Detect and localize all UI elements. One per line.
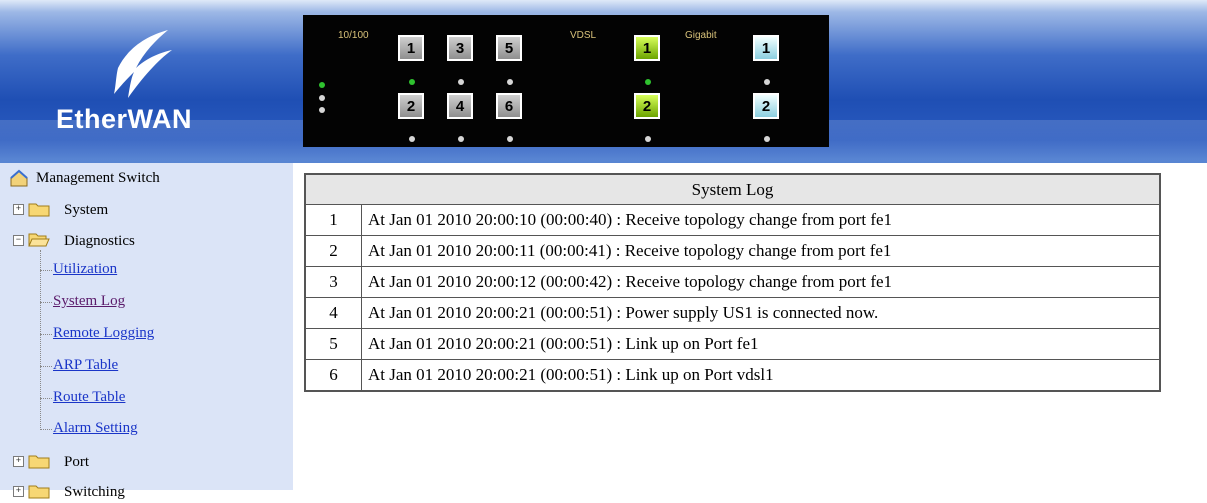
tree-node-switching[interactable]: Switching [64,481,125,503]
table-row: 2 At Jan 01 2010 20:00:11 (00:00:41) : R… [304,235,1161,267]
table-row: 4 At Jan 01 2010 20:00:21 (00:00:51) : P… [304,297,1161,329]
port-vdsl-1-led-icon [645,79,651,85]
log-index: 2 [304,235,362,267]
port-gigabit-2-led-icon [764,136,770,142]
port-vdsl-2-led-icon [645,136,651,142]
system-log-table: System Log 1 At Jan 01 2010 20:00:10 (00… [304,173,1161,392]
tree-guide-line [40,250,41,430]
log-index: 3 [304,266,362,298]
brand-logo-text: EtherWAN [56,104,192,135]
tree-node-diagnostics[interactable]: Diagnostics [64,230,135,252]
log-message: At Jan 01 2010 20:00:21 (00:00:51) : Lin… [361,328,1161,360]
port-fe-2-led-icon [409,136,415,142]
tree-node-system[interactable]: System [64,199,108,221]
port-gigabit-1[interactable]: 1 [753,35,779,61]
tree-guide-line [40,398,52,399]
brand-logo-left: Ether [56,104,128,134]
etherwan-logo-icon [114,30,172,98]
system-log-title: System Log [304,173,1161,205]
port-vdsl-2[interactable]: 2 [634,93,660,119]
expand-system-icon[interactable]: + [13,204,24,215]
port-gigabit-1-led-icon [764,79,770,85]
switch-home-icon [10,169,28,187]
alarm-led-icon [319,107,325,113]
port-fe-6-led-icon [507,136,513,142]
log-message: At Jan 01 2010 20:00:21 (00:00:51) : Pow… [361,297,1161,329]
log-message: At Jan 01 2010 20:00:11 (00:00:41) : Rec… [361,235,1161,267]
port-gigabit-2[interactable]: 2 [753,93,779,119]
port-fe-3[interactable]: 3 [447,35,473,61]
power-led-icon [319,82,325,88]
port-fe-1[interactable]: 1 [398,35,424,61]
group-label-gigabit: Gigabit [685,30,717,41]
tree-root-management-switch[interactable]: Management Switch [36,167,160,189]
nav-link-arp-table[interactable]: ARP Table [53,357,118,374]
log-index: 6 [304,359,362,392]
group-label-vdsl: VDSL [570,30,597,41]
port-fe-5-led-icon [507,79,513,85]
log-message: At Jan 01 2010 20:00:10 (00:00:40) : Rec… [361,204,1161,236]
nav-link-utilization[interactable]: Utilization [53,261,117,278]
table-row: 3 At Jan 01 2010 20:00:12 (00:00:42) : R… [304,266,1161,298]
status-led-icon [319,95,325,101]
brand-logo-right: WAN [127,104,193,134]
folder-system-icon [28,203,50,217]
port-vdsl-1[interactable]: 1 [634,35,660,61]
table-row: 6 At Jan 01 2010 20:00:21 (00:00:51) : L… [304,359,1161,392]
log-message: At Jan 01 2010 20:00:21 (00:00:51) : Lin… [361,359,1161,392]
port-status-panel: 10/100 VDSL Gigabit 1 3 5 2 4 6 1 2 1 2 [303,15,829,147]
nav-link-route-table[interactable]: Route Table [53,389,125,406]
nav-link-system-log[interactable]: System Log [53,293,125,310]
log-index: 1 [304,204,362,236]
port-fe-4-led-icon [458,136,464,142]
table-header-row: System Log [304,173,1161,205]
folder-port-icon [28,455,50,469]
navigation-sidebar: Management Switch + System − Diagnostics… [0,163,293,500]
port-fe-1-led-icon [409,79,415,85]
folder-open-diagnostics-icon [28,233,50,247]
collapse-diagnostics-icon[interactable]: − [13,235,24,246]
port-fe-2[interactable]: 2 [398,93,424,119]
group-label-fe: 10/100 [338,30,369,41]
log-index: 4 [304,297,362,329]
nav-link-remote-logging[interactable]: Remote Logging [53,325,154,342]
log-index: 5 [304,328,362,360]
tree-guide-line [40,366,52,367]
nav-link-alarm-setting[interactable]: Alarm Setting [53,420,138,437]
port-fe-4[interactable]: 4 [447,93,473,119]
tree-node-port[interactable]: Port [64,451,89,473]
header-banner: EtherWAN 10/100 VDSL Gigabit 1 3 5 2 4 6… [0,0,1207,163]
port-fe-5[interactable]: 5 [496,35,522,61]
table-row: 1 At Jan 01 2010 20:00:10 (00:00:40) : R… [304,204,1161,236]
expand-port-icon[interactable]: + [13,456,24,467]
log-message: At Jan 01 2010 20:00:12 (00:00:42) : Rec… [361,266,1161,298]
port-fe-3-led-icon [458,79,464,85]
tree-guide-line [40,334,52,335]
expand-switching-icon[interactable]: + [13,486,24,497]
tree-guide-line [40,429,52,430]
table-row: 5 At Jan 01 2010 20:00:21 (00:00:51) : L… [304,328,1161,360]
port-fe-6[interactable]: 6 [496,93,522,119]
tree-guide-line [40,302,52,303]
folder-switching-icon [28,485,50,499]
tree-guide-line [40,270,52,271]
